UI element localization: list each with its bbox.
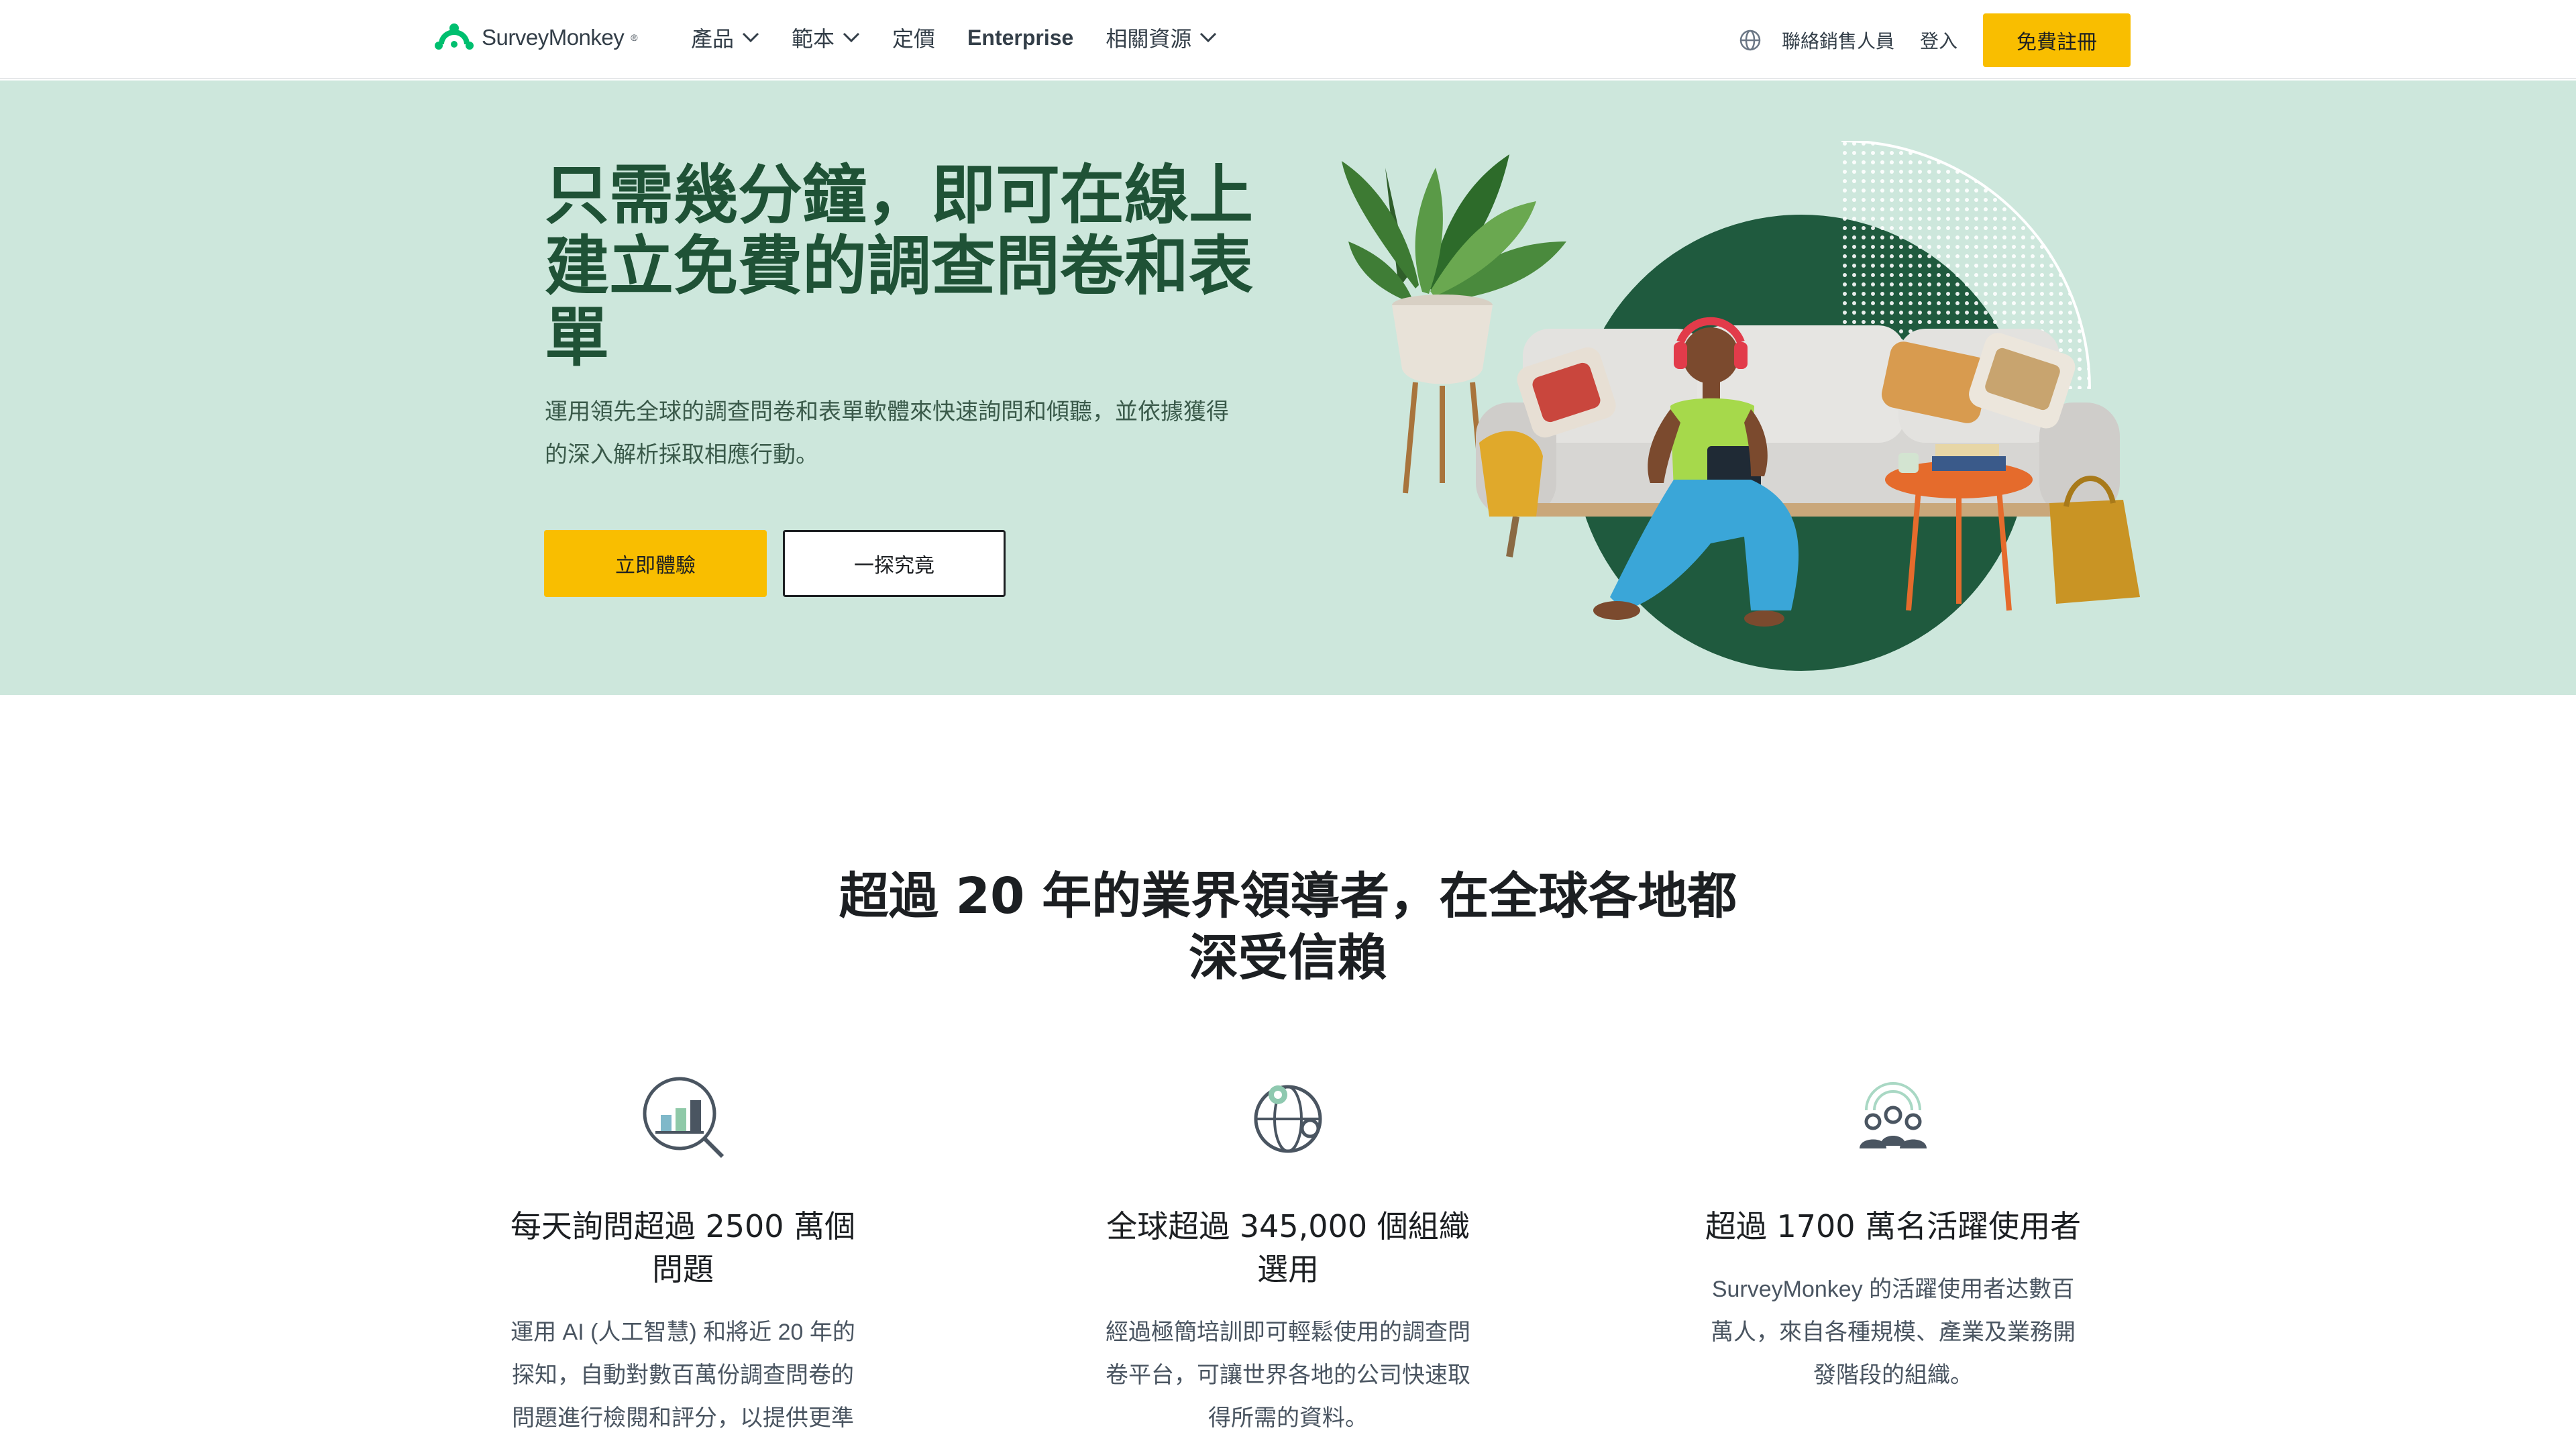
globe-pin-icon (1254, 1085, 1322, 1153)
menu-enterprise[interactable]: Enterprise (967, 25, 1073, 50)
feature-title: 超過 1700 萬名活躍使用者 (1685, 1205, 2101, 1248)
feature-desc-line: 發階段的組織。 (1813, 1362, 1973, 1388)
feature-title-line: 全球超過 345,000 個組織 (1106, 1208, 1470, 1244)
feature-title-line: 每天詢問超過 2500 萬個 (510, 1208, 856, 1244)
mustard-bag (2049, 500, 2140, 604)
menu-pricing[interactable]: 定價 (892, 22, 935, 53)
feature-desc-line: 萬人，來自各種規模、產業及業務開 (1711, 1320, 2076, 1345)
feature-title-line: 問題 (652, 1251, 714, 1287)
try-now-button[interactable]: 立即體驗 (544, 530, 767, 597)
feature-desc-line: 卷平台，可讓世界各地的公司快速取 (1106, 1362, 1470, 1388)
menu-resources[interactable]: 相關資源 (1106, 22, 1217, 53)
hero-subtitle: 運用領先全球的調查問卷和表單軟體來快速詢問和傾聽，並依據獲得 的深入解析採取相應… (545, 390, 1283, 476)
brand-trademark: ® (631, 32, 638, 43)
signup-button[interactable]: 免費註冊 (1983, 13, 2131, 67)
menu-enterprise-label: Enterprise (967, 25, 1074, 50)
menu-products[interactable]: 產品 (691, 22, 759, 53)
hero-title-line: 建立免費的調查問卷和表 (545, 229, 1253, 304)
nav-actions: 聯絡銷售人員 登入 免費註冊 (1739, 13, 2131, 67)
feature-title: 每天詢問超過 2500 萬個 問題 (475, 1205, 891, 1291)
trust-title-line: 深受信賴 (1189, 929, 1387, 987)
feature-questions: 每天詢問超過 2500 萬個 問題 運用 AI (人工智慧) 和將近 20 年的… (475, 1073, 891, 1440)
hero-subtitle-line: 運用領先全球的調查問卷和表單軟體來快速詢問和傾聽，並依據獲得 (545, 399, 1229, 425)
trust-section-title: 超過 20 年的業界領導者，在全球各地都 深受信賴 (818, 865, 1758, 989)
menu-resources-label: 相關資源 (1106, 27, 1192, 51)
menu-pricing-label: 定價 (892, 27, 936, 51)
feature-desc-line: 運用 AI (人工智慧) 和將近 20 年的 (511, 1320, 855, 1345)
trust-title-line: 超過 20 年的業界領導者，在全球各地都 (839, 867, 1737, 925)
brand-name: SurveyMonkey (482, 25, 625, 50)
feature-organizations: 全球超過 345,000 個組織 選用 經過極簡培訓即可輕鬆使用的調查問 卷平台… (1080, 1073, 1496, 1440)
hero-title-line: 只需幾分鐘，即可在線上 (545, 158, 1253, 233)
feature-desc-line: 問題進行檢閱和評分，以提供更準 (512, 1405, 854, 1431)
top-navigation: SurveyMonkey ® 產品 範本 定價 Enterprise 相關資源 聯… (0, 0, 2576, 79)
feature-description: SurveyMonkey 的活躍使用者达數百 萬人，來自各種規模、產業及業務開 … (1685, 1268, 2101, 1397)
learn-more-button[interactable]: 一探究竟 (783, 530, 1006, 597)
feature-active-users: 超過 1700 萬名活躍使用者 SurveyMonkey 的活躍使用者达數百 萬… (1685, 1073, 2101, 1397)
hero-section: 只需幾分鐘，即可在線上 建立免費的調查問卷和表 單 運用領先全球的調查問卷和表單… (0, 80, 2576, 695)
feature-title-line: 選用 (1257, 1251, 1319, 1287)
main-menu: 產品 範本 定價 Enterprise 相關資源 (691, 20, 1249, 55)
feature-desc-line: 得所需的資料。 (1208, 1405, 1368, 1431)
login-link[interactable]: 登入 (1920, 27, 1957, 54)
surveymonkey-logo[interactable]: SurveyMonkey ® (433, 17, 638, 58)
yellow-blanket (1479, 431, 1543, 517)
feature-desc-line: SurveyMonkey 的活躍使用者达數百 (1711, 1277, 2075, 1302)
chevron-down-icon (843, 32, 860, 43)
magnifier-chart-icon (643, 1077, 724, 1159)
feature-description: 經過極簡培訓即可輕鬆使用的調查問 卷平台，可讓世界各地的公司快速取 得所需的資料… (1080, 1311, 1496, 1440)
users-signal-icon (1860, 1082, 1927, 1148)
feature-desc-line: 經過極簡培訓即可輕鬆使用的調查問 (1106, 1320, 1470, 1345)
menu-templates[interactable]: 範本 (792, 22, 860, 53)
hero-illustration (1342, 141, 2140, 671)
hero-title-line: 單 (545, 300, 609, 375)
feature-title-line: 超過 1700 萬名活躍使用者 (1705, 1208, 2082, 1244)
hero-title: 只需幾分鐘，即可在線上 建立免費的調查問卷和表 單 (545, 160, 1296, 373)
chevron-down-icon (742, 32, 759, 43)
contact-sales-link[interactable]: 聯絡銷售人員 (1782, 27, 1894, 54)
chevron-down-icon (1200, 32, 1217, 43)
feature-title: 全球超過 345,000 個組織 選用 (1080, 1205, 1496, 1291)
monkey-logo-icon (435, 23, 474, 50)
menu-products-label: 產品 (691, 27, 735, 51)
globe-icon[interactable] (1739, 29, 1762, 52)
hero-subtitle-line: 的深入解析採取相應行動。 (545, 442, 818, 468)
feature-description: 運用 AI (人工智慧) 和將近 20 年的 探知，自動對數百萬份調查問卷的 問… (475, 1311, 891, 1440)
menu-templates-label: 範本 (792, 27, 835, 51)
feature-desc-line: 探知，自動對數百萬份調查問卷的 (512, 1362, 854, 1388)
